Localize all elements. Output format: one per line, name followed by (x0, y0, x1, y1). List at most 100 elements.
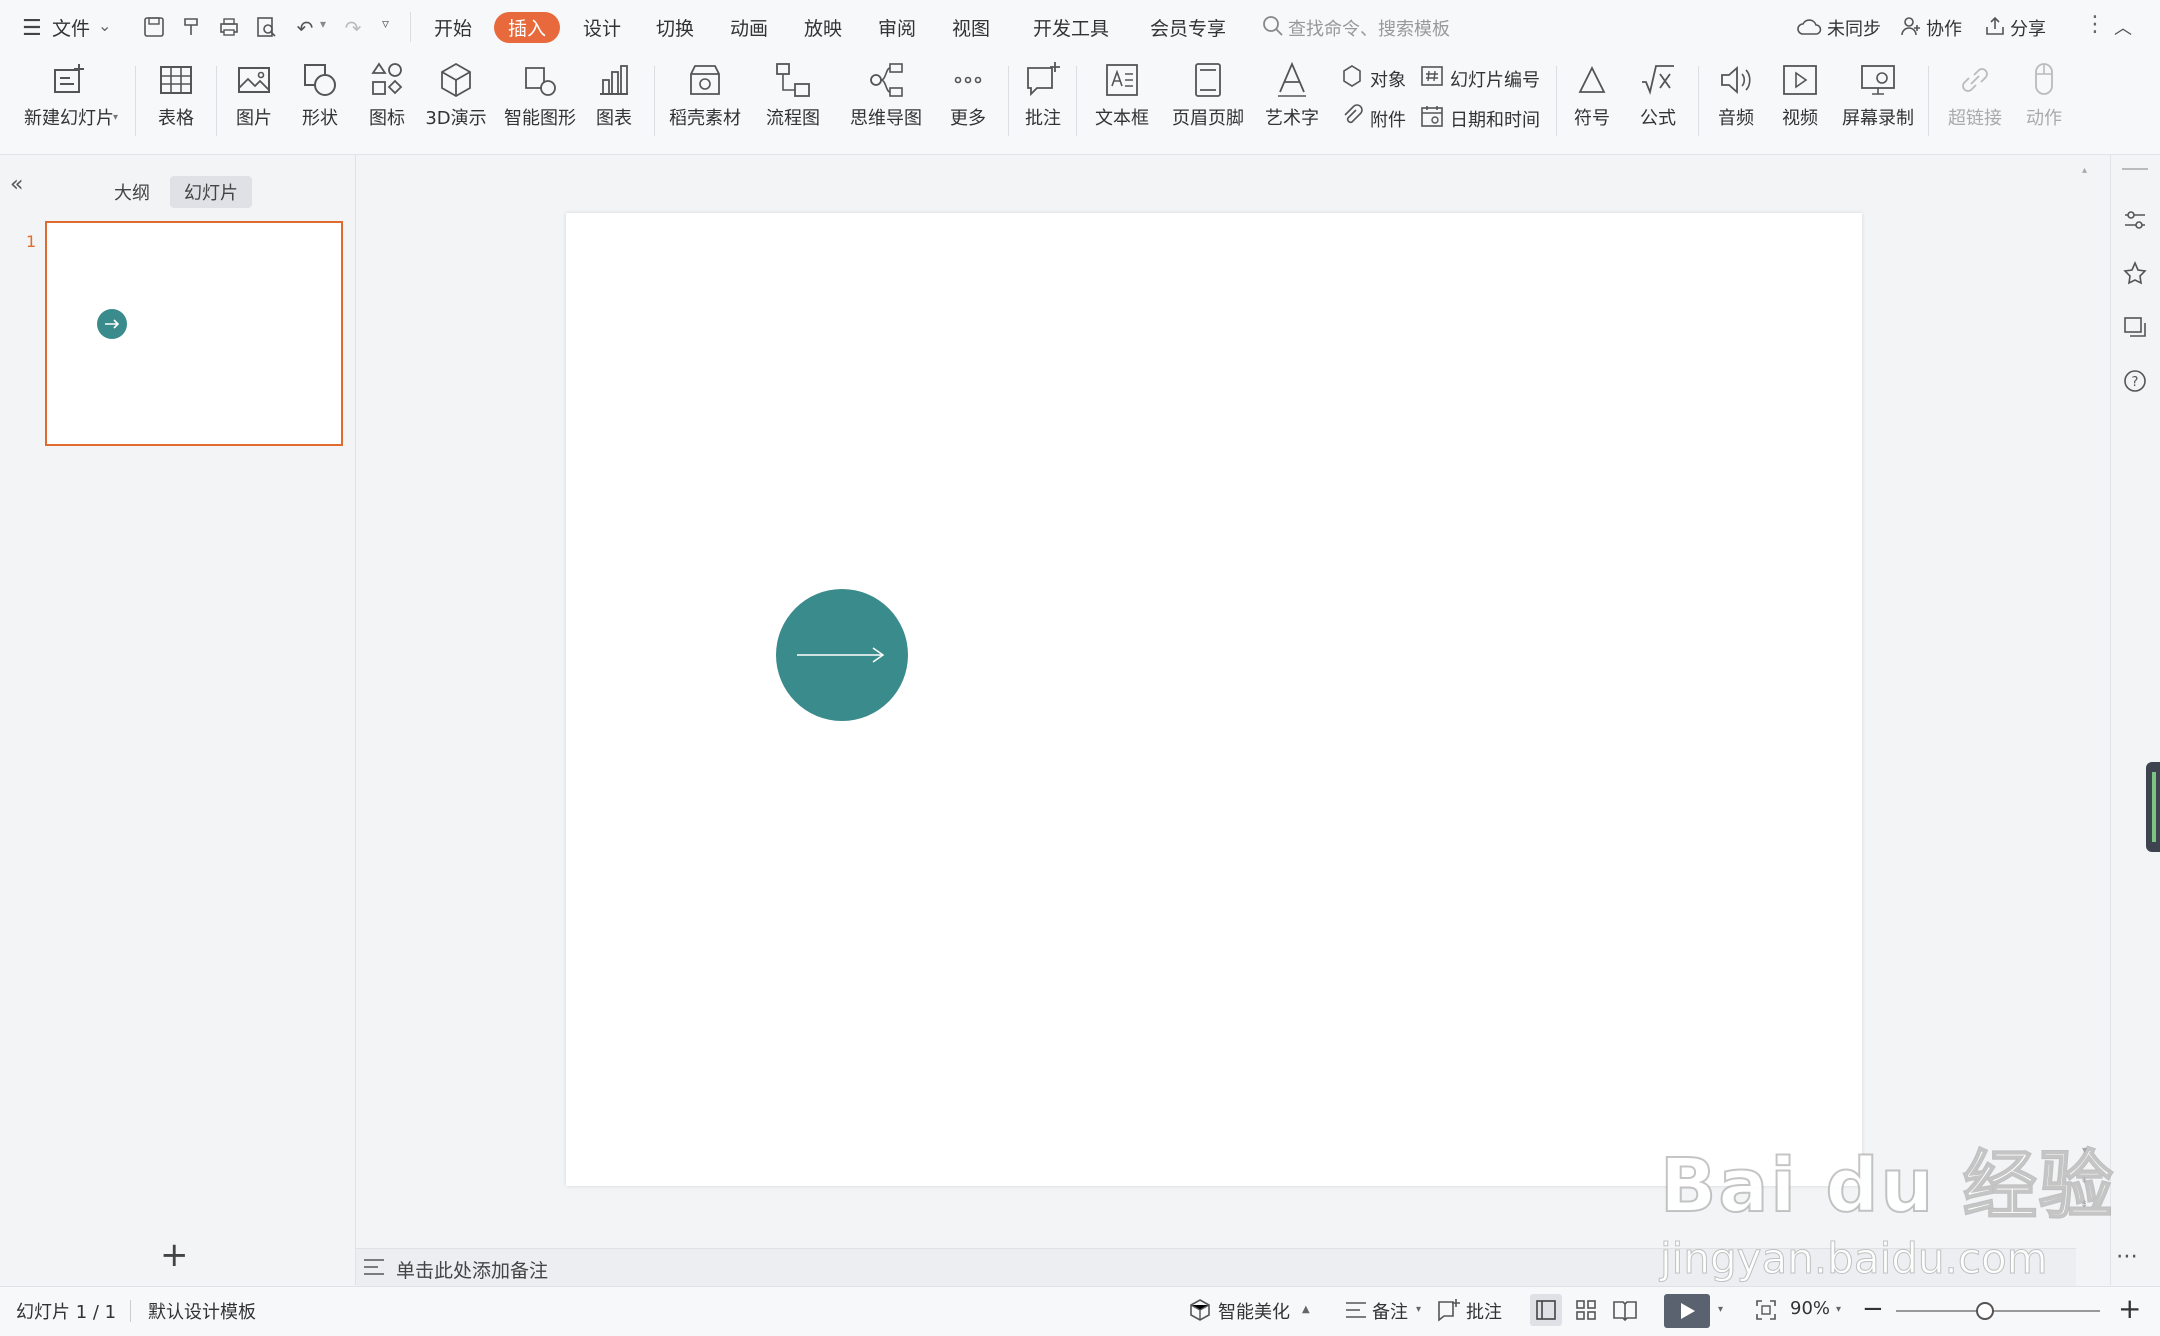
slide-number-button[interactable]: 幻灯片编号 (1450, 66, 1540, 92)
search-input[interactable]: 查找命令、搜索模板 (1288, 15, 1450, 41)
zoom-out-button[interactable]: − (1862, 1294, 1884, 1324)
tab-member[interactable]: 会员专享 (1150, 14, 1226, 41)
help-icon[interactable]: ? (2122, 368, 2148, 398)
zoom-dropdown-icon[interactable]: ▾ (1836, 1304, 1841, 1315)
table-icon (160, 66, 192, 94)
beautify-dropdown-icon[interactable]: ▲ (1302, 1304, 1310, 1315)
arrow-circle-shape[interactable] (775, 588, 909, 722)
more-vertical-icon[interactable]: ⋮ (2084, 12, 2106, 37)
sidebar-more-icon[interactable]: ⋯ (2116, 1244, 2138, 1269)
link-icon (1962, 68, 1988, 92)
add-slide-button[interactable]: + (160, 1238, 189, 1272)
table-button[interactable]: 表格 (146, 60, 206, 130)
picture-button[interactable]: 图片 (224, 60, 284, 130)
textbox-icon (1106, 64, 1138, 96)
smart-graphic-button[interactable]: 智能图形 (500, 60, 580, 130)
print-preview-icon[interactable] (253, 15, 279, 41)
flowchart-button[interactable]: 流程图 (756, 60, 830, 130)
side-widget-tab[interactable] (2146, 762, 2160, 852)
design-template[interactable]: 默认设计模板 (148, 1298, 256, 1324)
sync-status[interactable]: 未同步 (1827, 15, 1881, 41)
vertical-scrollbar[interactable]: ▴ ▾ ⇞ ⇟ (2076, 155, 2098, 1245)
attachment-icon (1340, 104, 1364, 132)
datetime-button[interactable]: 日期和时间 (1450, 106, 1540, 132)
tab-slideshow[interactable]: 放映 (804, 14, 842, 41)
audio-button[interactable]: 音频 (1706, 60, 1766, 130)
zoom-slider[interactable] (1896, 1310, 2100, 1312)
chevron-down-icon[interactable]: ⌄ (98, 16, 111, 35)
fit-window-icon[interactable] (1754, 1298, 1778, 1326)
undo-icon[interactable]: ↶ (292, 15, 318, 41)
collapse-panel-icon[interactable]: « (10, 172, 23, 197)
play-slideshow-button[interactable] (1664, 1294, 1710, 1328)
object-button[interactable]: 对象 (1370, 66, 1406, 92)
new-slide-button[interactable]: 新建幻灯片 (14, 60, 124, 130)
icon-library-icon (371, 62, 403, 95)
video-button[interactable]: 视频 (1770, 60, 1830, 130)
tab-review[interactable]: 审阅 (878, 14, 916, 41)
normal-view-icon (1536, 1300, 1556, 1320)
material-button[interactable]: 稻壳素材 (664, 60, 746, 130)
zoom-slider-handle[interactable] (1976, 1302, 1994, 1320)
screen-record-button[interactable]: 屏幕录制 (1838, 60, 1918, 130)
star-icon[interactable] (2122, 260, 2148, 290)
mindmap-button[interactable]: 思维导图 (842, 60, 930, 130)
picture-icon (238, 67, 270, 93)
tab-slides[interactable]: 幻灯片 (170, 176, 252, 208)
textbox-button[interactable]: 文本框 (1086, 60, 1158, 130)
save-icon[interactable] (141, 15, 167, 41)
tab-developer[interactable]: 开发工具 (1033, 14, 1109, 41)
tab-design[interactable]: 设计 (583, 14, 621, 41)
tab-animation[interactable]: 动画 (730, 14, 768, 41)
attachment-button[interactable]: 附件 (1370, 106, 1406, 132)
ribbon-separator (1008, 66, 1009, 136)
tab-view[interactable]: 视图 (952, 14, 990, 41)
grid-view-icon[interactable] (1574, 1298, 1598, 1326)
formula-button[interactable]: 公式 (1628, 60, 1688, 130)
tab-insert[interactable]: 插入 (494, 12, 561, 43)
beautify-icon (1188, 1298, 1212, 1326)
shape-button[interactable]: 形状 (289, 60, 351, 130)
notes-dropdown-icon[interactable]: ▾ (1416, 1304, 1421, 1315)
redo-icon[interactable]: ↷ (340, 15, 366, 41)
zoom-level[interactable]: 90% (1790, 1298, 1830, 1319)
scroll-up-icon[interactable]: ▴ (2082, 165, 2087, 176)
slide-canvas[interactable] (566, 213, 1862, 1186)
notes-placeholder[interactable]: 单击此处添加备注 (396, 1256, 548, 1283)
file-menu[interactable]: 文件 (52, 14, 90, 41)
slide-switch-icon[interactable] (2122, 314, 2148, 344)
wordart-button[interactable]: 艺术字 (1258, 60, 1326, 130)
collaborate-button[interactable]: 协作 (1926, 15, 1962, 41)
share-button[interactable]: 分享 (2010, 15, 2046, 41)
symbol-button[interactable]: 符号 (1562, 60, 1622, 130)
smart-beautify-button[interactable]: 智能美化 (1218, 1298, 1290, 1324)
undo-dropdown-icon[interactable]: ▾ (320, 17, 326, 31)
icon-button[interactable]: 图标 (356, 60, 418, 130)
hyperlink-button[interactable]: 超链接 (1940, 60, 2010, 130)
format-painter-icon[interactable] (179, 15, 205, 41)
quick-access-more-icon[interactable]: ▿ (382, 16, 389, 32)
action-button[interactable]: 动作 (2018, 60, 2070, 130)
properties-icon[interactable] (2122, 207, 2148, 237)
more-button[interactable]: 更多 (940, 60, 996, 130)
notes-toggle-button[interactable]: 备注 (1372, 1298, 1408, 1324)
3d-demo-button[interactable]: 3D演示 (424, 60, 488, 130)
slide-thumbnail[interactable] (45, 221, 343, 446)
chart-button[interactable]: 图表 (586, 60, 642, 130)
print-icon[interactable] (216, 15, 242, 41)
object-icon (1340, 64, 1364, 92)
hamburger-icon[interactable]: ☰ (22, 16, 42, 41)
normal-view-button[interactable] (1530, 1294, 1562, 1326)
zoom-in-button[interactable]: + (2118, 1292, 2141, 1325)
reading-view-icon[interactable] (1612, 1298, 1638, 1326)
mindmap-icon (870, 63, 903, 97)
new-slide-dropdown-icon[interactable]: ▾ (113, 112, 118, 123)
play-dropdown-icon[interactable]: ▾ (1718, 1304, 1723, 1315)
collapse-ribbon-icon[interactable]: ︿ (2114, 14, 2132, 40)
comment-status-button[interactable]: 批注 (1466, 1298, 1502, 1324)
tab-outline[interactable]: 大纲 (100, 176, 164, 208)
tab-home[interactable]: 开始 (434, 14, 472, 41)
tab-transition[interactable]: 切换 (656, 14, 694, 41)
header-footer-button[interactable]: 页眉页脚 (1168, 60, 1248, 130)
comment-button[interactable]: 批注 (1018, 60, 1068, 130)
